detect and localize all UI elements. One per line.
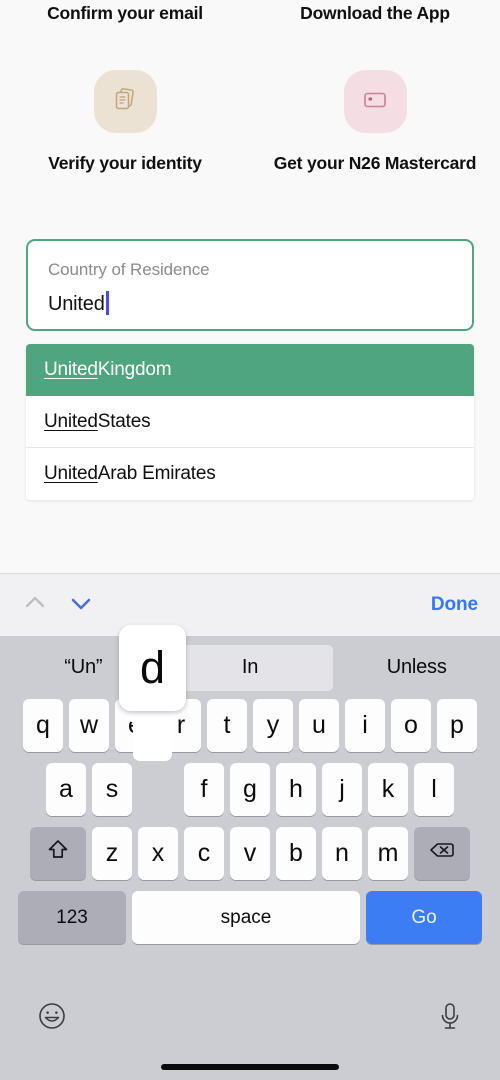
- key-v[interactable]: v: [230, 827, 270, 880]
- done-button[interactable]: Done: [431, 594, 478, 616]
- suggestion-match-2: United: [44, 463, 98, 484]
- keyboard-row-2: a s d f g h j k l: [0, 763, 500, 816]
- step-icons-row: [0, 70, 500, 133]
- backspace-icon: [426, 835, 458, 872]
- step-icon-tile-2: [343, 70, 407, 133]
- key-j[interactable]: j: [322, 763, 362, 816]
- key-o[interactable]: o: [391, 699, 431, 752]
- country-of-residence-field[interactable]: Country of Residence United: [26, 239, 474, 331]
- step-title-2: Download the App: [300, 3, 450, 23]
- key-b[interactable]: b: [276, 827, 316, 880]
- previous-field-button[interactable]: [12, 582, 58, 628]
- suggestion-rest-0: Kingdom: [97, 359, 172, 380]
- home-indicator: [161, 1064, 339, 1070]
- key-w[interactable]: w: [69, 699, 109, 752]
- shift-key[interactable]: [30, 827, 86, 880]
- key-r[interactable]: r: [161, 699, 201, 752]
- keyboard-row-4: 123 space Go: [0, 891, 500, 944]
- backspace-key[interactable]: [414, 827, 470, 880]
- step-label-1: Verify your identity: [48, 153, 202, 173]
- step-label-2: Get your N26 Mastercard: [273, 153, 477, 173]
- prediction-bar: “Un” In Unless: [0, 636, 500, 699]
- phone-screen: Confirm your email Download the App Veri…: [0, 0, 500, 1080]
- step-icon-wrap-2: [250, 70, 500, 133]
- step-icon-tile-1: [93, 70, 157, 133]
- key-a[interactable]: a: [46, 763, 86, 816]
- key-p[interactable]: p: [437, 699, 477, 752]
- step-label-wrap-1: Verify your identity: [0, 152, 250, 175]
- key-t[interactable]: t: [207, 699, 247, 752]
- step-title-1: Confirm your email: [47, 3, 203, 23]
- shift-icon: [43, 835, 73, 872]
- country-input[interactable]: United: [48, 294, 105, 314]
- numbers-key[interactable]: 123: [18, 891, 126, 944]
- key-l[interactable]: l: [414, 763, 454, 816]
- key-x[interactable]: x: [138, 827, 178, 880]
- prediction-2[interactable]: Unless: [333, 645, 500, 691]
- next-field-button[interactable]: [58, 582, 104, 628]
- key-i[interactable]: i: [345, 699, 385, 752]
- country-field-label: Country of Residence: [48, 260, 210, 279]
- chevron-up-icon: [22, 590, 48, 621]
- suggestion-rest-1: States: [97, 410, 151, 432]
- prediction-1[interactable]: In: [166, 644, 334, 691]
- text-caret: [105, 291, 109, 315]
- country-field-value-row: United: [48, 291, 452, 317]
- suggestion-item-united-arab-emirates[interactable]: United Arab Emirates: [26, 448, 474, 500]
- prediction-0[interactable]: “Un”: [0, 645, 167, 691]
- step-column-2: Download the App: [250, 2, 500, 24]
- on-screen-keyboard: “Un” In Unless q w e r t y u i o p a s d…: [0, 625, 500, 1080]
- dictation-key[interactable]: [428, 996, 472, 1040]
- step-labels-row: Verify your identity Get your N26 Master…: [0, 152, 500, 175]
- country-suggestions-dropdown[interactable]: United Kingdom United States United Arab…: [26, 344, 474, 500]
- microphone-icon: [435, 999, 465, 1038]
- suggestion-item-united-kingdom[interactable]: United Kingdom: [26, 344, 474, 396]
- keyboard-accessory-toolbar: Done: [0, 573, 500, 636]
- keyboard-row-1: q w e r t y u i o p: [0, 699, 500, 752]
- step-column-1: Confirm your email: [0, 2, 250, 24]
- emoji-smiley-icon: [35, 999, 69, 1038]
- key-u[interactable]: u: [299, 699, 339, 752]
- step-icon-wrap-1: [0, 70, 250, 133]
- key-h[interactable]: h: [276, 763, 316, 816]
- key-q[interactable]: q: [23, 699, 63, 752]
- emoji-key[interactable]: [30, 996, 74, 1040]
- go-key[interactable]: Go: [366, 891, 482, 944]
- key-k[interactable]: k: [368, 763, 408, 816]
- key-m[interactable]: m: [368, 827, 408, 880]
- key-e[interactable]: e: [115, 699, 155, 752]
- keyboard-row-3: z x c v b n m: [0, 827, 500, 880]
- key-s[interactable]: s: [92, 763, 132, 816]
- suggestion-match-1: United: [44, 410, 98, 432]
- key-y[interactable]: y: [253, 699, 293, 752]
- space-key[interactable]: space: [132, 891, 360, 944]
- bank-card-icon: [360, 84, 390, 119]
- suggestion-match-0: United: [44, 359, 98, 380]
- chevron-down-icon: [68, 590, 94, 621]
- step-titles-row: Confirm your email Download the App: [0, 2, 500, 24]
- key-z[interactable]: z: [92, 827, 132, 880]
- suggestion-item-united-states[interactable]: United States: [26, 396, 474, 448]
- keyboard-bottom-bar: [0, 988, 500, 1080]
- key-f[interactable]: f: [184, 763, 224, 816]
- documents-icon: [110, 84, 140, 119]
- key-c[interactable]: c: [184, 827, 224, 880]
- suggestion-rest-2: Arab Emirates: [97, 463, 216, 484]
- key-g[interactable]: g: [230, 763, 270, 816]
- step-label-wrap-2: Get your N26 Mastercard: [250, 152, 500, 175]
- key-n[interactable]: n: [322, 827, 362, 880]
